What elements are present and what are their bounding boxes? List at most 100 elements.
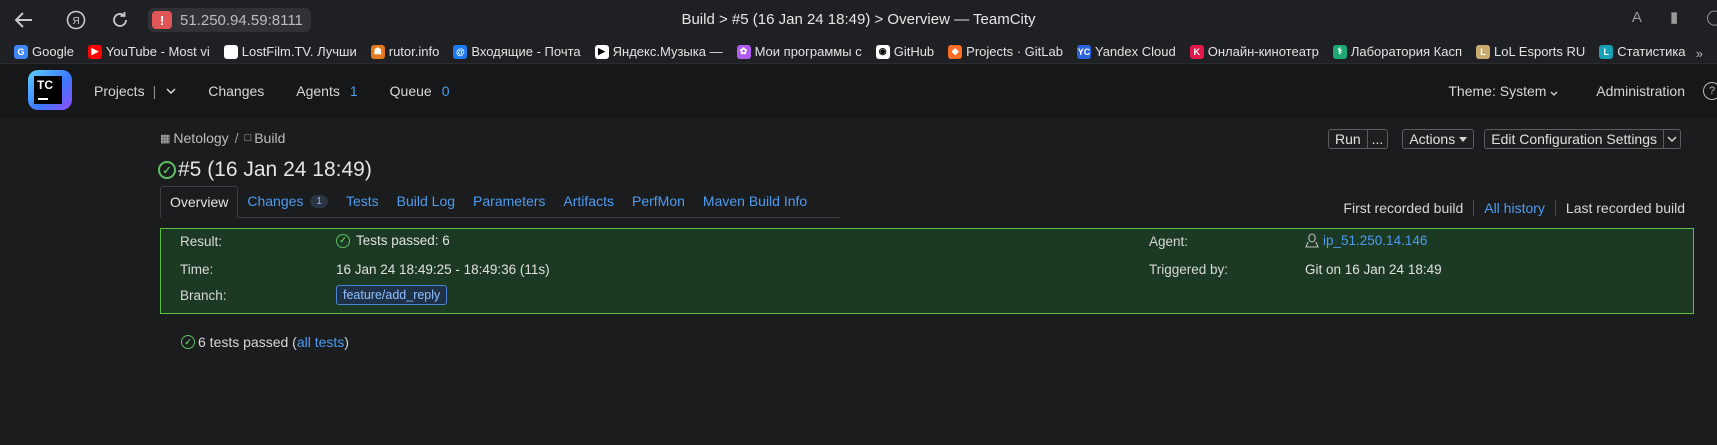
build-actions: Run ... Actions Edit Configuration Setti… — [1327, 129, 1681, 149]
address-text[interactable]: 51.250.94.59:8111 — [180, 12, 303, 29]
teamcity-header: TC Projects | Changes Agents 1 Queue 0 T… — [0, 64, 1717, 118]
bookmark-label: LoL Esports RU — [1493, 44, 1586, 59]
teamcity-logo[interactable]: TC — [28, 68, 76, 114]
all-history-link[interactable]: All history — [1484, 200, 1545, 216]
bookmark-label: Google — [32, 44, 74, 59]
bookmark-item[interactable]: ▶ Яндекс.Музыка — — [594, 44, 723, 59]
header-right: Theme: System Administration ? — [1448, 64, 1717, 118]
bookmark-item[interactable]: ▶ YouTube - Most vi — [87, 44, 210, 59]
svg-text:Я: Я — [73, 16, 80, 27]
divider — [1473, 200, 1475, 216]
actions-dropdown[interactable]: Actions — [1402, 129, 1475, 149]
edit-configuration-button[interactable]: Edit Configuration Settings — [1484, 129, 1664, 149]
bookmark-item[interactable]: ◉ GitHub — [875, 44, 934, 59]
bookmark-item[interactable]: LostFilm.TV. Лучши — [223, 44, 357, 59]
tab-build-log[interactable]: Build Log — [388, 185, 464, 217]
main-content: ▦ Netology / □ Build Run ... Actions Edi… — [0, 118, 1717, 445]
tab-perfmon[interactable]: PerfMon — [623, 185, 694, 217]
agent-link[interactable]: ip_51.250.14.146 — [1323, 233, 1427, 248]
agents-count: 1 — [349, 83, 358, 99]
agent-value: ip_51.250.14.146 — [1305, 233, 1427, 248]
reload-icon[interactable] — [104, 4, 136, 36]
build-number: #5 (16 Jan 24 18:49) — [178, 158, 372, 181]
branch-value: feature/add_reply — [336, 285, 448, 305]
logo-text: TC — [37, 78, 53, 92]
bookmark-item[interactable]: ☗ rutor.info — [370, 44, 439, 59]
bookmark-item[interactable]: @ Входящие - Почта — [453, 44, 581, 59]
chevron-down-icon[interactable] — [166, 88, 176, 94]
menu-changes[interactable]: Changes — [208, 83, 264, 99]
translate-icon[interactable]: A — [1632, 9, 1642, 26]
bookmark-label: Яндекс.Музыка — — [612, 44, 723, 59]
queue-label: Queue — [389, 83, 432, 99]
bookmark-label: Входящие - Почта — [471, 44, 581, 59]
breadcrumb-config[interactable]: Build — [254, 130, 285, 146]
chevron-down-icon — [1550, 91, 1558, 96]
back-arrow-icon[interactable] — [8, 4, 40, 36]
bookmark-item[interactable]: ⚕ Лаборатория Касп — [1332, 44, 1462, 59]
bookmark-favicon-icon — [223, 44, 238, 59]
tab-label: Parameters — [473, 193, 546, 209]
changes-label: Changes — [208, 83, 265, 99]
bookmark-label: YouTube - Most vi — [105, 44, 210, 59]
bookmark-item[interactable]: ◆ Projects · GitLab — [948, 44, 1063, 59]
help-icon[interactable]: ? — [1703, 82, 1717, 100]
bookmark-item[interactable]: K Онлайн-кинотеатр — [1189, 44, 1319, 59]
bookmark-item[interactable]: G Google — [14, 44, 74, 59]
tab-tests[interactable]: Tests — [337, 185, 388, 217]
menu-queue[interactable]: Queue 0 — [390, 83, 450, 99]
last-recorded-build-link[interactable]: Last recorded build — [1566, 200, 1685, 216]
breadcrumb-separator: / — [234, 130, 239, 146]
agent-label: Agent: — [1149, 234, 1189, 249]
tab-changes[interactable]: Changes 1 — [238, 185, 337, 217]
yandex-icon[interactable]: Я — [60, 4, 92, 36]
bookmark-item[interactable]: L Статистика — [1599, 44, 1686, 59]
browser-toolbar: Я ! 51.250.94.59:8111 Build > #5 (16 Jan… — [0, 0, 1717, 40]
build-config-icon: □ — [244, 132, 252, 144]
first-recorded-build-link[interactable]: First recorded build — [1343, 200, 1463, 216]
shield-icon[interactable]: ◯ — [1706, 8, 1717, 26]
edit-configuration-dropdown[interactable] — [1664, 129, 1681, 149]
tab-label: Tests — [345, 193, 379, 209]
menu-agents[interactable]: Agents 1 — [296, 83, 357, 99]
summary-text: 6 tests passed ( — [198, 334, 297, 350]
tab-label: Artifacts — [563, 193, 614, 209]
tab-overview[interactable]: Overview — [160, 186, 239, 218]
linux-icon — [1305, 233, 1319, 248]
build-result-panel: Result: ✓ Tests passed: 6 Time: 16 Jan 2… — [160, 228, 1694, 314]
time-label: Time: — [180, 262, 214, 277]
administration-link[interactable]: Administration — [1596, 83, 1685, 99]
tab-label: Maven Build Info — [702, 193, 808, 209]
result-value: ✓ Tests passed: 6 — [336, 233, 450, 248]
tab-artifacts[interactable]: Artifacts — [554, 185, 623, 217]
summary-close: ) — [344, 334, 349, 350]
breadcrumb-project[interactable]: Netology — [173, 130, 228, 146]
all-tests-link[interactable]: all tests — [297, 334, 344, 350]
bookmarks-more-icon[interactable]: » — [1696, 46, 1703, 61]
actions-label: Actions — [1409, 131, 1456, 147]
tab-maven-build-info[interactable]: Maven Build Info — [694, 185, 816, 217]
time-value: 16 Jan 24 18:49:25 - 18:49:36 (11s) — [336, 262, 550, 277]
bookmark-icon[interactable]: ▮ — [1670, 8, 1678, 26]
success-check-icon: ✓ — [181, 335, 195, 349]
branch-badge[interactable]: feature/add_reply — [336, 285, 448, 305]
tests-passed-text: Tests passed: 6 — [356, 233, 450, 248]
address-bar[interactable]: ! 51.250.94.59:8111 — [148, 8, 311, 32]
run-options-button[interactable]: ... — [1367, 129, 1389, 149]
theme-selector[interactable]: Theme: System — [1448, 83, 1558, 99]
bookmark-favicon-icon: ▶ — [87, 44, 102, 59]
bookmark-favicon-icon: ☗ — [370, 44, 385, 59]
bookmark-favicon-icon: ◉ — [875, 44, 890, 59]
bookmark-label: LostFilm.TV. Лучши — [241, 44, 357, 59]
page-title: ✓ #5 (16 Jan 24 18:49) — [158, 158, 372, 182]
chevron-down-icon — [1667, 136, 1677, 142]
run-button[interactable]: Run — [1327, 129, 1368, 149]
menu-projects[interactable]: Projects | — [94, 83, 176, 99]
queue-count: 0 — [441, 83, 450, 99]
bookmark-item[interactable]: YC Yandex Cloud — [1077, 44, 1176, 59]
bookmark-item[interactable]: ✿ Мои программы с — [736, 44, 862, 59]
tab-parameters[interactable]: Parameters — [464, 185, 554, 217]
bookmark-item[interactable]: L LoL Esports RU — [1475, 44, 1586, 59]
bookmark-label: Yandex Cloud — [1095, 44, 1176, 59]
bookmark-label: Мои программы с — [754, 44, 862, 59]
